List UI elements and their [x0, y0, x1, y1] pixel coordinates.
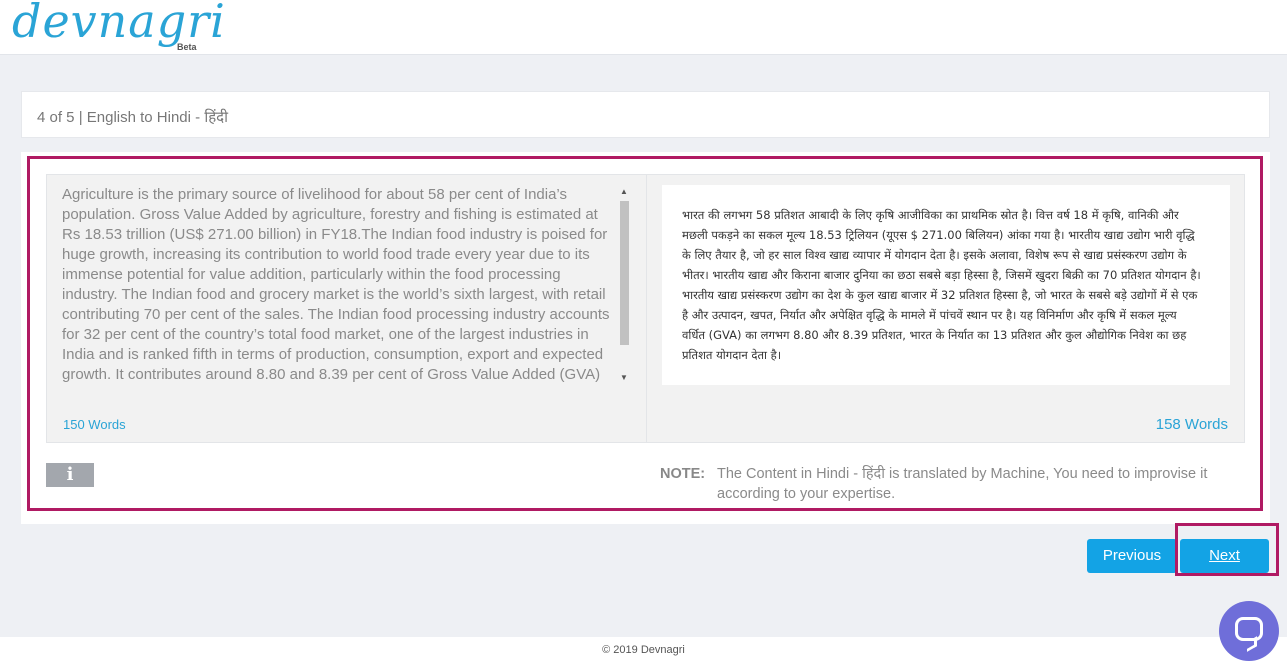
note-text: The Content in Hindi - हिंदी is translat… — [717, 466, 1208, 502]
source-text[interactable]: Agriculture is the primary source of liv… — [62, 185, 617, 385]
target-pane: भारत की लगभग 58 प्रतिशत आबादी के लिए कृष… — [647, 175, 1244, 442]
scroll-thumb[interactable] — [620, 201, 629, 345]
next-highlight — [1175, 523, 1279, 576]
chat-icon[interactable] — [1219, 601, 1279, 661]
copyright-text: © 2019 Devnagri — [602, 644, 685, 656]
translation-editor: Agriculture is the primary source of liv… — [46, 174, 1245, 443]
target-editor[interactable]: भारत की लगभग 58 प्रतिशत आबादी के लिए कृष… — [662, 185, 1230, 385]
target-word-count: 158 Words — [1155, 416, 1228, 433]
target-text[interactable]: भारत की लगभग 58 प्रतिशत आबादी के लिए कृष… — [682, 205, 1202, 365]
source-pane: Agriculture is the primary source of liv… — [47, 175, 647, 442]
logo-text: devnagri — [12, 0, 226, 48]
source-scrollbar[interactable]: ▲ ▼ — [618, 187, 630, 385]
progress-text: 4 of 5 | English to Hindi - हिंदी — [37, 109, 229, 126]
devnagri-logo[interactable]: devnagri Beta — [12, 0, 225, 56]
source-word-count: 150 Words — [63, 417, 126, 432]
chat-bubble-shape — [1235, 617, 1263, 641]
progress-bar: 4 of 5 | English to Hindi - हिंदी — [21, 91, 1270, 138]
beta-label: Beta — [177, 42, 197, 52]
previous-button[interactable]: Previous — [1087, 539, 1177, 573]
top-bar: devnagri Beta — [0, 0, 1287, 55]
info-glyph: i — [66, 464, 74, 485]
note-label: NOTE: — [660, 466, 706, 482]
scroll-down-icon[interactable]: ▼ — [620, 373, 628, 382]
footer: © 2019 Devnagri — [0, 637, 1287, 663]
info-icon[interactable]: i — [46, 463, 94, 487]
scroll-up-icon[interactable]: ▲ — [620, 187, 628, 196]
